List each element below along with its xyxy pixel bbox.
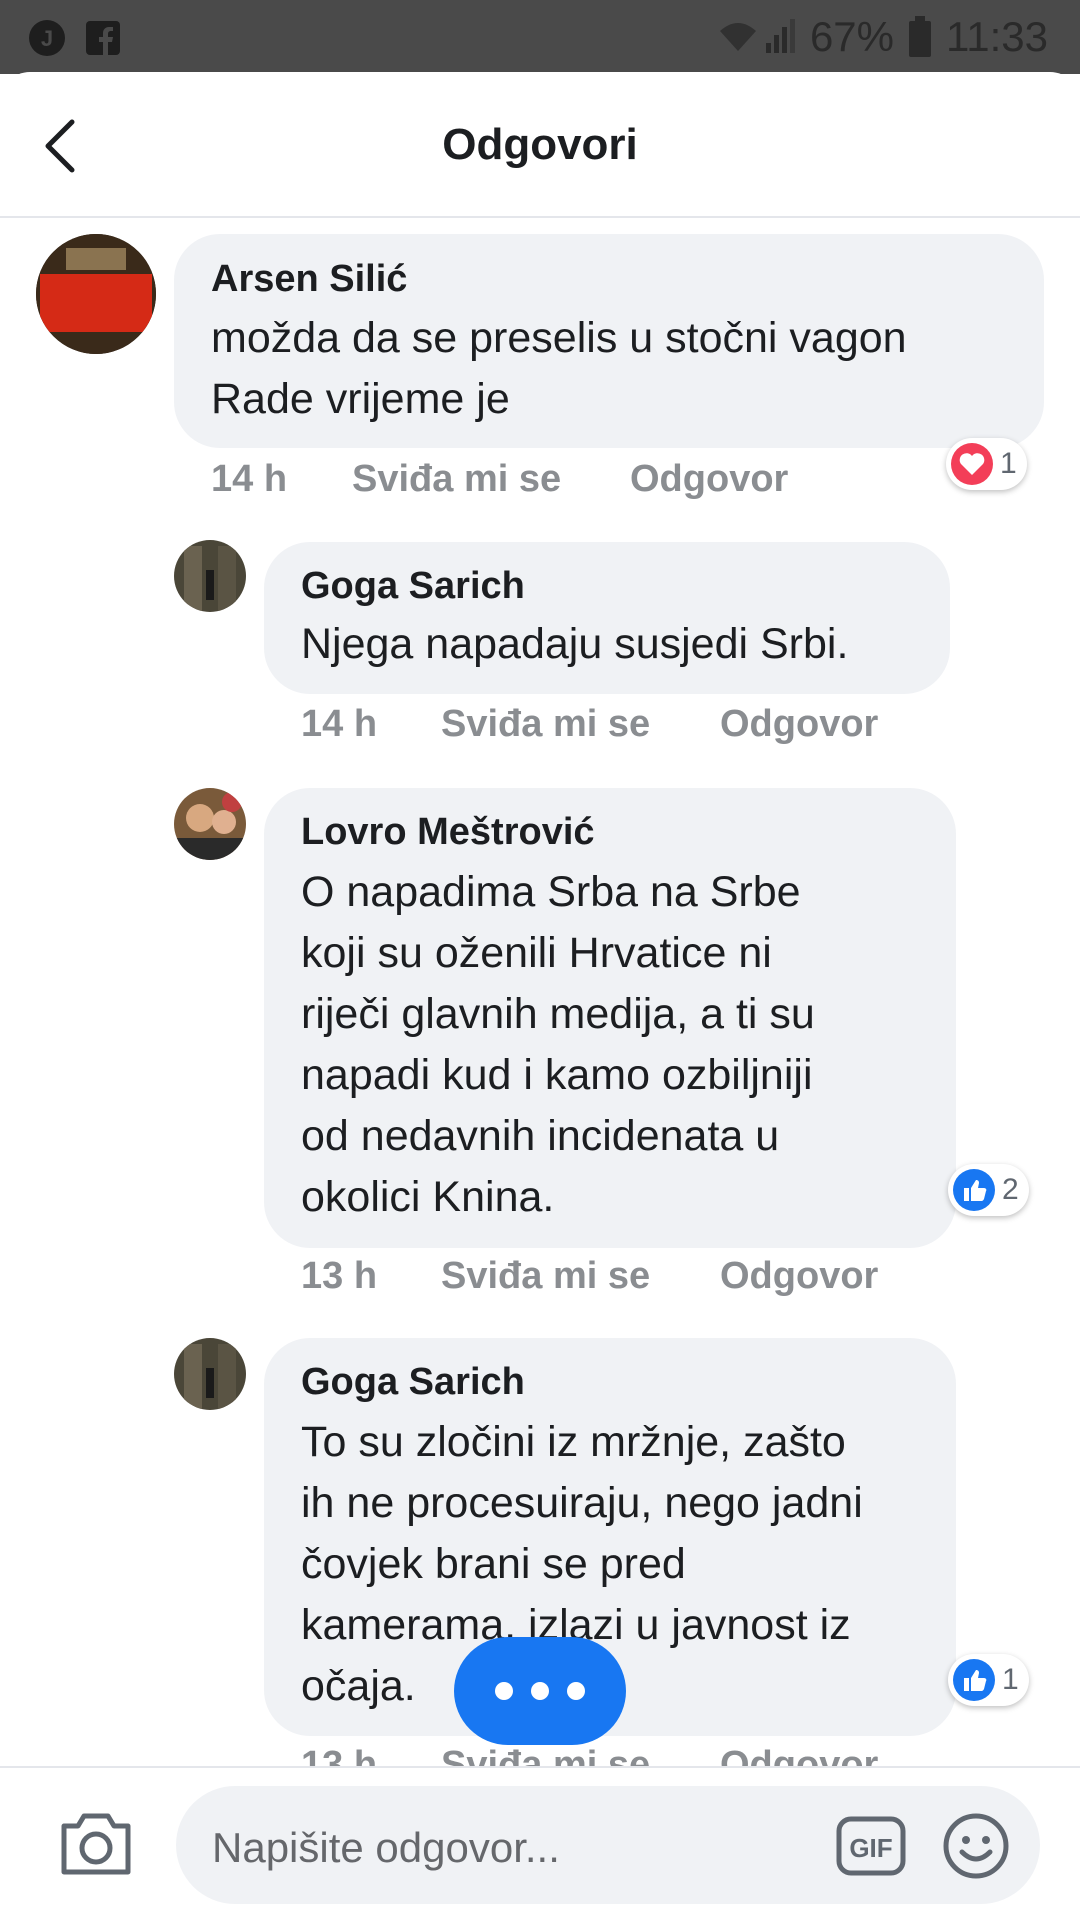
comment-author[interactable]: Goga Sarich	[301, 565, 525, 608]
heart-reaction-icon	[951, 443, 993, 485]
reply-composer: Napišite odgovor... GIF	[0, 1766, 1080, 1922]
reply-input[interactable]: Napišite odgovor... GIF	[176, 1786, 1040, 1904]
avatar[interactable]	[174, 540, 246, 612]
dot	[567, 1682, 585, 1700]
avatar[interactable]	[36, 234, 156, 354]
status-right: 67% 11:33	[716, 12, 1048, 62]
like-button[interactable]: Sviđa mi se	[441, 1255, 650, 1298]
battery-icon	[909, 16, 931, 57]
comment-author[interactable]: Arsen Silić	[211, 258, 407, 301]
battery-percent: 67%	[809, 13, 894, 60]
dot	[531, 1682, 549, 1700]
status-bar: J 67% 11:33	[0, 0, 1080, 74]
comment-author[interactable]: Goga Sarich	[301, 1361, 525, 1404]
clock: 11:33	[946, 13, 1048, 60]
comment-line: ih ne procesuiraju, nego jadni	[301, 1479, 863, 1527]
wifi-signal-icon	[719, 19, 795, 53]
comment-text: možda da se preselis u stočni vagon Rade…	[211, 308, 907, 430]
reply-button[interactable]: Odgovor	[630, 458, 788, 501]
avatar[interactable]	[174, 788, 246, 860]
page-title: Odgovori	[442, 120, 638, 169]
gif-icon[interactable]: GIF	[836, 1816, 906, 1876]
comment-line: O napadima Srba na Srbe	[301, 868, 801, 916]
svg-text:J: J	[41, 26, 53, 51]
avatar-image	[36, 234, 156, 354]
reaction-badge[interactable]: 1	[946, 438, 1027, 490]
comment-line: od nedavnih incidenata u	[301, 1112, 780, 1160]
comment-time: 14 h	[211, 458, 288, 500]
camera-icon[interactable]	[58, 1808, 134, 1878]
avatar[interactable]	[174, 1338, 246, 1410]
avatar-image	[174, 788, 246, 860]
comment-time: 13 h	[301, 1255, 378, 1297]
comment-line: napadi kud i kamo ozbiljniji	[301, 1051, 813, 1099]
like-reaction-icon	[953, 1659, 995, 1701]
comment-text: Njega napadaju susjedi Srbi.	[301, 614, 848, 675]
comment-line: Njega napadaju susjedi Srbi.	[301, 620, 849, 668]
comment-line: koji su oženili Hrvatice ni	[301, 929, 772, 977]
more-options-button[interactable]	[454, 1637, 626, 1745]
dot	[495, 1682, 513, 1700]
comment-line: okolici Knina.	[301, 1173, 555, 1221]
reply-button[interactable]: Odgovor	[720, 703, 878, 746]
comment-line: To su zločini iz mržnje, zašto	[301, 1418, 846, 1466]
reaction-count: 2	[1002, 1173, 1019, 1206]
gif-label: GIF	[849, 1833, 892, 1863]
comment-time: 14 h	[301, 703, 378, 745]
like-reaction-icon	[953, 1169, 995, 1211]
emoji-icon[interactable]	[942, 1812, 1010, 1880]
reaction-badge[interactable]: 1	[948, 1654, 1029, 1706]
avatar-image	[174, 540, 246, 612]
reaction-count: 1	[1002, 1663, 1019, 1696]
avatar-image	[174, 1338, 246, 1410]
comment-text: O napadima Srba na Srbe koji su oženili …	[301, 862, 815, 1228]
like-button[interactable]: Sviđa mi se	[352, 458, 561, 501]
reaction-badge[interactable]: 2	[948, 1164, 1029, 1216]
reply-input-placeholder: Napišite odgovor...	[212, 1824, 560, 1871]
facebook-icon	[86, 21, 120, 55]
comment-line: možda da se preselis u stočni vagon	[211, 314, 907, 362]
comment-line: riječi glavnih medija, a ti su	[301, 990, 815, 1038]
header: Odgovori	[0, 72, 1080, 218]
notification-j-icon: J	[29, 20, 65, 56]
comment-line: Rade vrijeme je	[211, 375, 510, 423]
reaction-count: 1	[1000, 447, 1017, 480]
reply-button[interactable]: Odgovor	[720, 1255, 878, 1298]
like-button[interactable]: Sviđa mi se	[441, 703, 650, 746]
comment-line: čovjek brani se pred	[301, 1540, 686, 1588]
comment-author[interactable]: Lovro Meštrović	[301, 811, 595, 854]
